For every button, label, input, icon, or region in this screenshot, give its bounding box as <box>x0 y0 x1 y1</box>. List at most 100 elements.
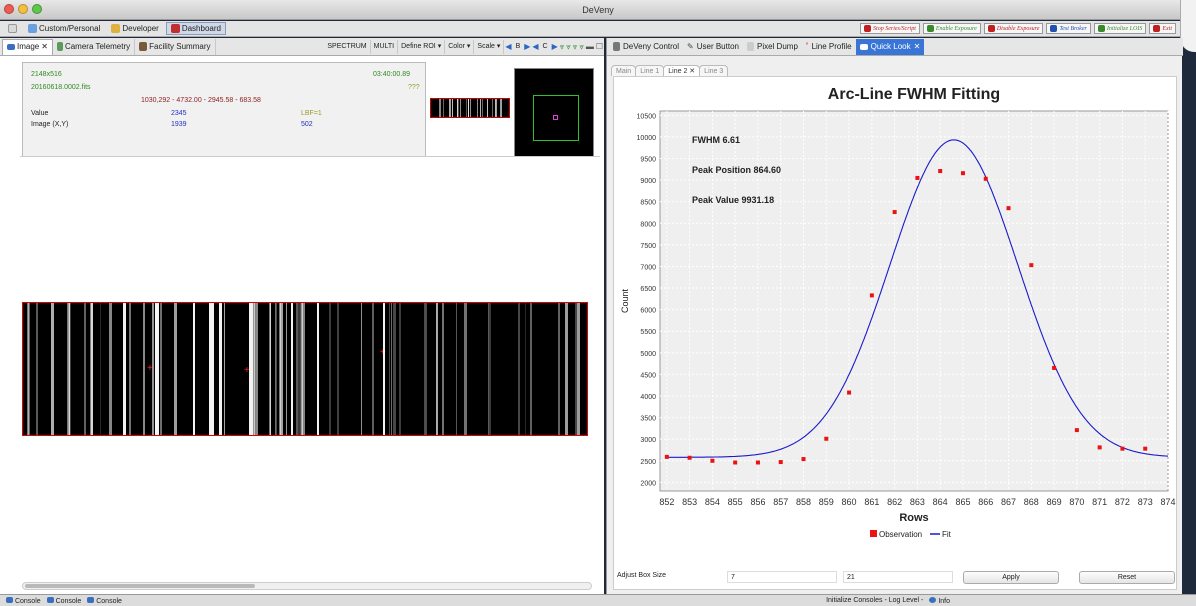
lbf-value: LBF=1 <box>301 110 322 117</box>
apply-button[interactable]: Apply <box>963 571 1059 584</box>
tab-camera-telemetry[interactable]: Camera Telemetry <box>53 38 136 55</box>
x-tick-label: 865 <box>955 497 970 507</box>
tab-user-button[interactable]: ✎ User Button <box>683 39 743 55</box>
x-tick-label: 866 <box>978 497 993 507</box>
define-roi-dropdown[interactable]: Define ROI ▾ <box>398 39 446 54</box>
nav-next-b-icon[interactable]: ▶ <box>523 42 531 51</box>
developer-icon <box>111 24 121 33</box>
x-axis-label: Rows <box>899 512 928 524</box>
y-tick-label: 8500 <box>640 200 656 207</box>
action-buttons: Stop Series/Script Enable Exposure Disable… <box>860 23 1176 34</box>
perspective-custom-personal[interactable]: Custom/Personal <box>24 23 104 34</box>
observation-point <box>687 455 692 460</box>
spectrum-image[interactable]: + + + <box>22 302 588 436</box>
perspective-developer[interactable]: Developer <box>107 23 162 34</box>
horizontal-scrollbar[interactable] <box>22 582 592 590</box>
pen-icon: ✎ <box>687 41 694 51</box>
window-icon <box>859 43 868 50</box>
action-button-2[interactable]: Enable Exposure <box>922 23 981 34</box>
observation-point <box>1143 446 1148 451</box>
spectrum-button[interactable]: SPECTRUM <box>324 39 371 54</box>
observation-point <box>915 175 920 180</box>
observation-point <box>733 460 738 465</box>
x-tick-label: 859 <box>819 497 834 507</box>
tab-facility-summary[interactable]: Facility Summary <box>135 38 216 55</box>
observation-point <box>664 454 669 459</box>
action-button-5[interactable]: Initialize LOIS <box>1093 23 1147 34</box>
close-subtab-icon[interactable]: ✕ <box>689 68 695 75</box>
tab-pixel-dump[interactable]: Pixel Dump <box>743 39 802 55</box>
x-tick-label: 860 <box>842 497 857 507</box>
subtab-line-1[interactable]: Line 1 <box>635 65 665 76</box>
control-icon <box>613 42 620 51</box>
minimize-view-icon[interactable]: ▬ <box>585 42 595 51</box>
image-icon <box>7 44 15 50</box>
action-icon <box>1153 25 1161 32</box>
adjust-box-size-label: Adjust Box Size <box>617 572 667 579</box>
multi-button[interactable]: MULTI <box>371 39 399 54</box>
console-icon <box>6 596 13 603</box>
close-tab-icon[interactable]: ✕ <box>41 39 48 55</box>
action-button-4[interactable]: Test Broker <box>1046 23 1091 34</box>
telemetry-icon <box>56 42 63 51</box>
action-button-1[interactable]: Stop Series/Script <box>860 23 920 34</box>
console-tab-1[interactable]: Console <box>6 596 41 605</box>
action-button-3[interactable]: Disable Exposure <box>983 23 1044 34</box>
info-tab[interactable]: Info <box>929 596 950 605</box>
x-tick-label: 867 <box>1001 497 1016 507</box>
line-subtabs: Main Line 1 Line 2 ✕ Line 3 <box>611 64 729 76</box>
observation-point <box>1097 445 1102 450</box>
open-perspective-button[interactable] <box>4 23 21 34</box>
quicklook-panel: DeVeny Control ✎ User Button Pixel Dump ˚… <box>606 38 1183 606</box>
cursor-coordinates: 1030,292 - 4732.00 - 2945.58 - 683.58 <box>141 97 261 104</box>
observation-point <box>1120 446 1125 451</box>
scale-dropdown[interactable]: Scale ▾ <box>474 39 505 54</box>
observation-point <box>755 460 760 465</box>
close-tab-icon[interactable]: ✕ <box>914 39 921 55</box>
x-tick-label: 870 <box>1069 497 1084 507</box>
y-axis-label: Count <box>620 289 630 314</box>
perspective-dashboard[interactable]: Dashboard <box>165 22 226 35</box>
observation-point <box>1029 263 1034 268</box>
c-button[interactable]: C <box>540 40 551 54</box>
pixel-value: 2345 <box>171 110 187 117</box>
action-button-6[interactable]: Exit <box>1149 23 1176 34</box>
b-button[interactable]: B <box>513 40 524 54</box>
console-tab-2[interactable]: Console <box>46 596 81 605</box>
pan-marker <box>553 115 558 120</box>
legend-observation-swatch <box>870 530 877 537</box>
x-tick-label: 856 <box>750 497 765 507</box>
nav-prev-b-icon[interactable]: ◀ <box>504 42 512 51</box>
y-tick-label: 10000 <box>637 135 657 142</box>
nav-prev-c-icon[interactable]: ◀ <box>531 42 539 51</box>
zoom-window-button[interactable] <box>32 4 42 14</box>
subtab-main[interactable]: Main <box>611 65 637 76</box>
tab-image[interactable]: Image ✕ <box>2 38 53 55</box>
tab-deveny-control[interactable]: DeVeny Control <box>609 39 683 55</box>
close-window-button[interactable] <box>4 4 14 14</box>
y-tick-label: 9500 <box>640 157 656 164</box>
box-size-outer-input[interactable]: 21 <box>843 571 953 583</box>
legend-fit-label: Fit <box>942 530 952 539</box>
tab-line-profile[interactable]: ˚ Line Profile <box>802 39 856 55</box>
info-icon <box>929 596 937 603</box>
reset-button[interactable]: Reset <box>1079 571 1175 584</box>
subtab-line-2[interactable]: Line 2 ✕ <box>663 65 701 76</box>
color-dropdown[interactable]: Color ▾ <box>445 39 475 54</box>
scrollbar-thumb[interactable] <box>25 584 255 588</box>
x-tick-label: 862 <box>887 497 902 507</box>
image-viewer[interactable]: + + + <box>20 156 600 586</box>
minimize-window-button[interactable] <box>18 4 28 14</box>
legend-observation-label: Observation <box>879 530 922 539</box>
x-tick-label: 872 <box>1115 497 1130 507</box>
box-size-inner-input[interactable]: 7 <box>727 571 837 583</box>
tab-quick-look[interactable]: Quick Look ✕ <box>855 38 925 55</box>
maximize-view-icon[interactable]: ☐ <box>595 42 604 51</box>
action-icon <box>926 25 934 32</box>
console-tab-3[interactable]: Console <box>87 596 122 605</box>
y-tick-label: 5500 <box>640 329 656 336</box>
subtab-line-3[interactable]: Line 3 <box>699 65 729 76</box>
nav-next-c-icon[interactable]: ▶ <box>551 42 559 51</box>
image-filename: 20160618.0002.fits <box>31 84 91 91</box>
spectrum-thumbnail[interactable] <box>430 98 510 118</box>
